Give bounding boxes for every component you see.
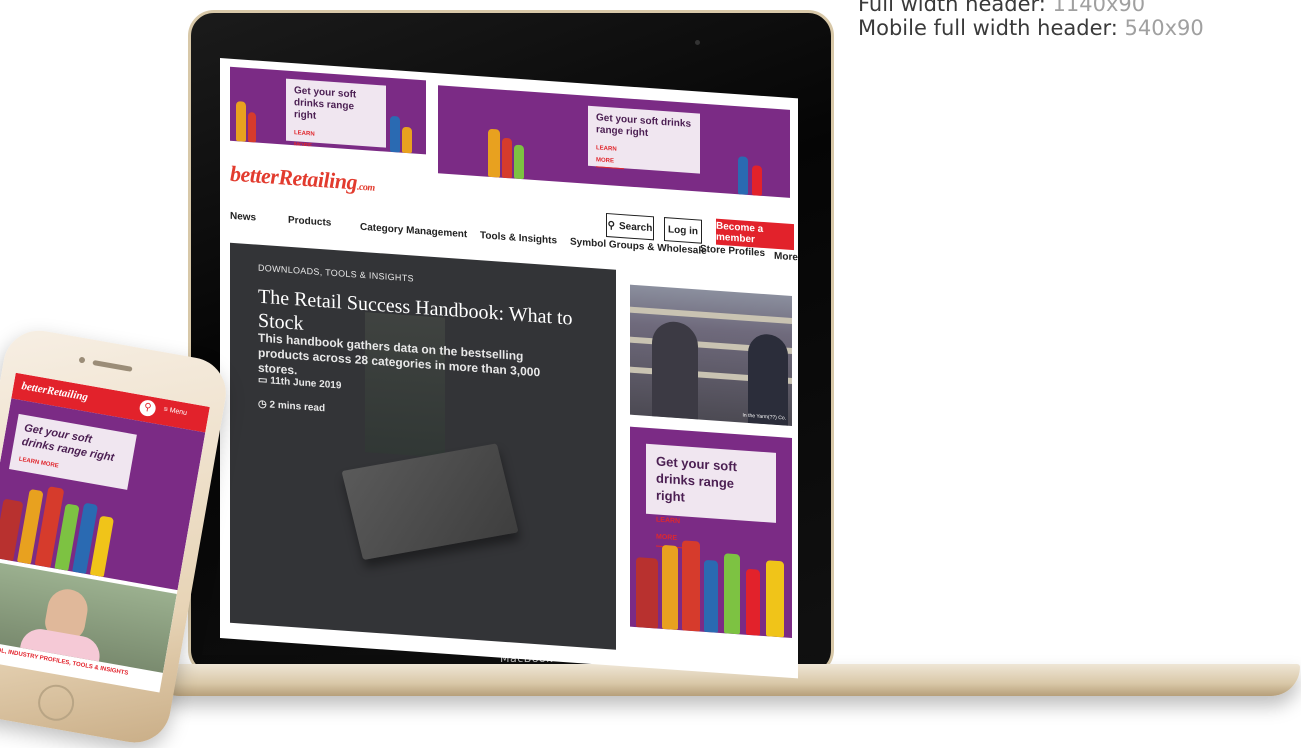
hero-read-time: ◷ 2 mins read <box>258 398 326 415</box>
learn-more-link[interactable]: LEARN MORE <box>294 127 322 155</box>
calendar-icon: ▭ <box>258 374 268 387</box>
phone-screen: betterRetailing ⚲ ≡ Menu Get your soft d… <box>0 372 210 693</box>
learn-more-link-large[interactable]: LEARN MORE <box>596 142 624 170</box>
mobile-width-spec: Mobile full width header: 540x90 <box>858 16 1204 40</box>
search-button[interactable]: ⚲ Search <box>606 212 654 241</box>
full-width-spec: Full width header: 1140x90 <box>858 0 1146 16</box>
ribena-bottle <box>636 557 658 629</box>
sidebar-ad[interactable]: Get your soft drinks range right LEARN M… <box>630 426 792 638</box>
ad-spec-note: Full width header: 1140x90 Mobile full w… <box>858 0 1204 40</box>
ad-panel-large: Get your soft drinks range right LEARN M… <box>588 105 700 174</box>
site-logo[interactable]: betterRetailing.com <box>230 161 375 197</box>
handbook-image <box>341 443 519 561</box>
nav-item-category-management[interactable]: Category Management <box>360 222 467 240</box>
home-button-icon[interactable] <box>35 681 77 724</box>
shopper-figure <box>652 320 698 420</box>
ad-panel: Get your soft drinks range right LEARN M… <box>286 78 386 155</box>
laptop-screen: Get your soft drinks range right LEARN M… <box>220 58 798 679</box>
leaderboard-ad-full[interactable]: Get your soft drinks range right LEARN M… <box>438 85 790 198</box>
mobile-header-ad[interactable]: Get your soft drinks range right LEARN M… <box>0 398 206 591</box>
camera-icon <box>695 40 700 45</box>
nav-item-news[interactable]: News <box>230 211 256 224</box>
nav-item-more[interactable]: More <box>774 251 798 264</box>
nav-item-tools-insights[interactable]: Tools & Insights <box>480 230 557 246</box>
hero-category[interactable]: DOWNLOADS, TOOLS & INSIGHTS <box>258 263 414 284</box>
nav-item-products[interactable]: Products <box>288 215 331 229</box>
mobile-search-icon[interactable]: ⚲ <box>138 398 157 418</box>
search-icon: ⚲ <box>607 219 615 232</box>
hero-article[interactable]: DOWNLOADS, TOOLS & INSIGHTS The Retail S… <box>230 242 616 650</box>
mobile-menu-button[interactable]: ≡ Menu <box>163 406 187 417</box>
phone-speaker <box>92 359 133 372</box>
shopper-figure <box>748 332 788 426</box>
mobile-logo[interactable]: betterRetailing <box>21 380 89 403</box>
mobile-ad-panel: Get your soft drinks range right LEARN M… <box>8 413 137 490</box>
leaderboard-ad-small[interactable]: Get your soft drinks range right LEARN M… <box>230 66 426 155</box>
clock-icon: ◷ <box>258 398 267 411</box>
sidebar-ad-panel: Get your soft drinks range right LEARN M… <box>646 443 776 550</box>
login-button[interactable]: Log in <box>664 217 702 244</box>
phone-camera-icon <box>78 356 86 364</box>
side-article-photo[interactable]: In the Yarm(??) Co. <box>630 284 792 426</box>
